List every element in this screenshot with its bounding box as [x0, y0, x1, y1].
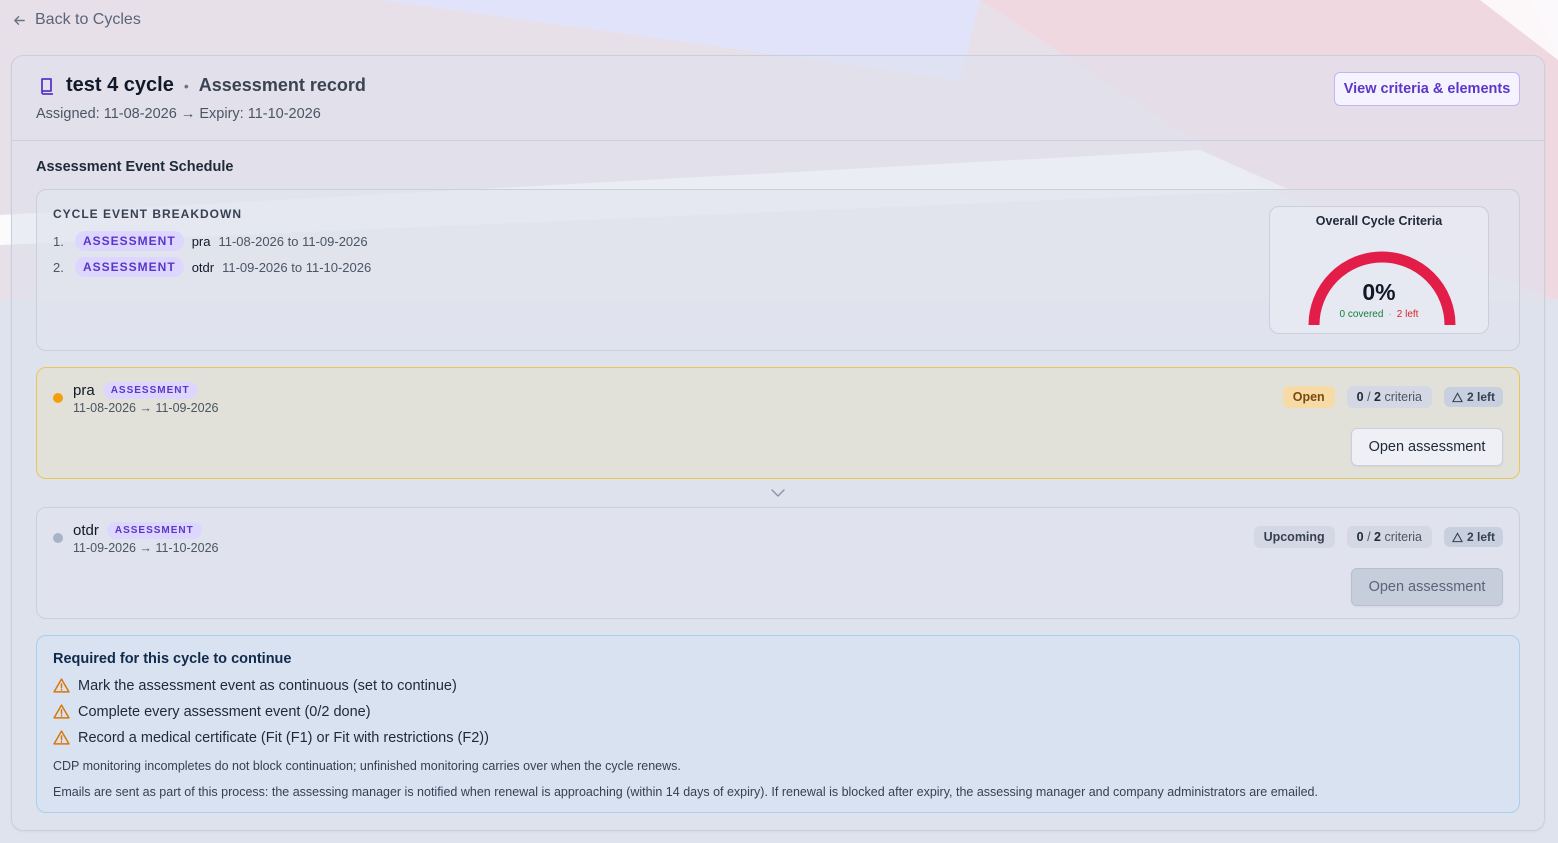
status-badge: Open [1282, 386, 1335, 408]
event-name: otdr [73, 522, 99, 539]
criteria-count-badge: 0 / 2 criteria [1346, 526, 1432, 548]
criteria-done: 0 [1356, 390, 1364, 404]
criteria-count-badge: 0 / 2 criteria [1346, 386, 1432, 408]
requirement-item: Complete every assessment event (0/2 don… [53, 703, 371, 720]
card-header: test 4 cycle • Assessment record Assigne… [12, 56, 1544, 141]
event-type-pill: ASSESSMENT [102, 382, 198, 399]
event-badges: Upcoming 0 / 2 criteria 2 left [1253, 526, 1503, 548]
gauge-percent: 0% [1362, 279, 1396, 305]
required-to-continue-panel: Required for this cycle to continue Mark… [36, 635, 1520, 813]
event-card-otdr: otdr ASSESSMENT 11-09-2026 → 11-10-2026 … [36, 507, 1520, 619]
gauge-legend: 0 covered · 2 left [1270, 309, 1488, 320]
criteria-label: criteria [1381, 390, 1422, 404]
back-to-cycles-link[interactable]: Back to Cycles [12, 9, 141, 31]
gauge-covered: 0 covered [1339, 309, 1384, 320]
arrow-left-icon [14, 15, 25, 25]
event-name-row: pra ASSESSMENT [73, 382, 198, 399]
gauge-left: 2 left [1396, 309, 1419, 320]
left-badge: 2 left [1443, 527, 1503, 547]
book-icon [36, 75, 58, 97]
requirement-item: Record a medical certificate (Fit (F1) o… [53, 729, 489, 746]
breakdown-title: CYCLE EVENT BREAKDOWN [53, 207, 243, 221]
breakdown-item-dates: 11-08-2026 to 11-09-2026 [218, 233, 368, 249]
event-name: pra [73, 382, 95, 399]
view-criteria-button[interactable]: View criteria & elements [1334, 72, 1520, 106]
breakdown-item: 1. ASSESSMENT pra 11-08-2026 to 11-09-20… [53, 231, 368, 251]
criteria-total: 2 [1374, 530, 1381, 544]
overall-criteria-gauge: Overall Cycle Criteria 0% 0 covered · 2 le… [1269, 206, 1489, 334]
warning-icon [53, 704, 70, 719]
title-row: test 4 cycle • Assessment record [36, 74, 366, 97]
required-title: Required for this cycle to continue [53, 651, 292, 667]
schedule-title: Assessment Event Schedule [36, 159, 234, 175]
cycle-card: test 4 cycle • Assessment record Assigne… [11, 55, 1545, 831]
breakdown-item-dates: 11-09-2026 to 11-10-2026 [222, 259, 372, 275]
requirement-text: Record a medical certificate (Fit (F1) o… [78, 729, 489, 746]
criteria-label: criteria [1381, 530, 1422, 544]
event-type-pill: ASSESSMENT [75, 257, 184, 277]
requirement-text: Complete every assessment event (0/2 don… [78, 703, 371, 720]
criteria-total: 2 [1374, 390, 1381, 404]
breakdown-item-number: 1. [53, 233, 64, 249]
breakdown-item-name: otdr [191, 259, 215, 275]
event-name-row: otdr ASSESSMENT [73, 522, 202, 539]
left-badge: 2 left [1443, 387, 1503, 407]
chevron-down-icon[interactable] [770, 485, 786, 501]
cycle-event-breakdown: CYCLE EVENT BREAKDOWN 1. ASSESSMENT pra … [36, 189, 1520, 351]
requirement-text: Mark the assessment event as continuous … [78, 677, 457, 694]
gauge-legend-separator: · [1388, 309, 1392, 320]
status-dot [53, 533, 63, 543]
event-type-pill: ASSESSMENT [106, 522, 202, 539]
warning-icon [1451, 531, 1463, 542]
assigned-expiry-text: Assigned: 11-08-2026 → Expiry: 11-10-202… [36, 106, 321, 122]
event-type-pill: ASSESSMENT [75, 231, 184, 251]
email-note: Emails are sent as part of this process:… [53, 785, 1318, 799]
page-subtitle: Assessment record [198, 75, 366, 95]
status-dot [53, 393, 63, 403]
open-assessment-button[interactable]: Open assessment [1351, 428, 1503, 466]
warning-icon [53, 678, 70, 693]
page-title: test 4 cycle [66, 74, 174, 96]
criteria-separator: / [1363, 390, 1375, 404]
left-count: 2 left [1466, 530, 1495, 544]
event-card-pra: pra ASSESSMENT 11-08-2026 → 11-09-2026 O… [36, 367, 1520, 479]
event-badges: Open 0 / 2 criteria 2 left [1282, 386, 1503, 408]
event-dates: 11-08-2026 → 11-09-2026 [73, 401, 219, 415]
title-separator: • [183, 77, 189, 94]
warning-icon [53, 730, 70, 745]
warning-icon [1451, 391, 1463, 402]
cdp-note: CDP monitoring incompletes do not block … [53, 759, 681, 773]
breakdown-item-name: pra [191, 233, 211, 249]
left-count: 2 left [1466, 390, 1495, 404]
criteria-done: 0 [1356, 530, 1364, 544]
event-dates: 11-09-2026 → 11-10-2026 [73, 541, 219, 555]
requirement-item: Mark the assessment event as continuous … [53, 677, 457, 694]
criteria-separator: / [1363, 530, 1375, 544]
open-assessment-button[interactable]: Open assessment [1351, 568, 1503, 606]
breakdown-item: 2. ASSESSMENT otdr 11-09-2026 to 11-10-2… [53, 257, 371, 277]
breakdown-item-number: 2. [53, 259, 64, 275]
gauge-title: Overall Cycle Criteria [1315, 214, 1443, 228]
back-link-label: Back to Cycles [35, 11, 141, 28]
status-badge: Upcoming [1253, 526, 1335, 548]
